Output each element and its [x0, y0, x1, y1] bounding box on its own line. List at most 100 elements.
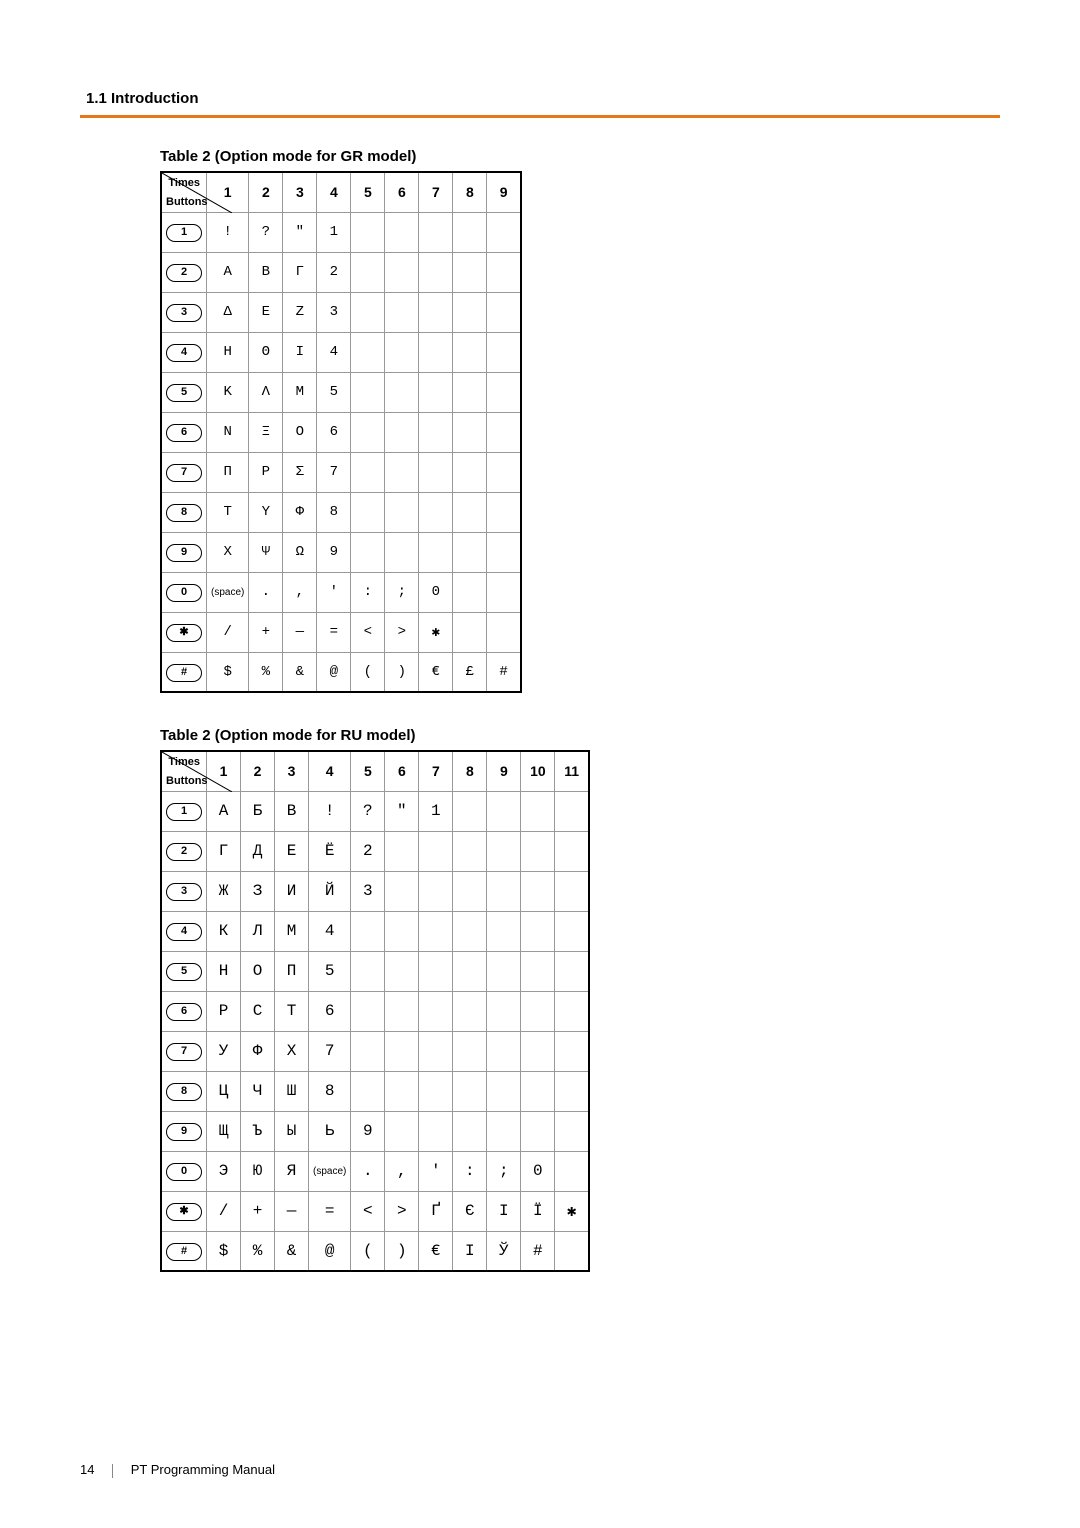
- char-cell: %: [241, 1231, 275, 1271]
- col-header: 5: [351, 172, 385, 212]
- char-cell: 3: [317, 292, 351, 332]
- row-button: 3: [161, 871, 207, 911]
- char-cell: Ο: [283, 412, 317, 452]
- char-cell: Α: [207, 252, 249, 292]
- char-cell: [385, 452, 419, 492]
- char-cell: [385, 532, 419, 572]
- char-cell: И: [275, 871, 309, 911]
- row-button: ✱: [161, 1191, 207, 1231]
- row-button: 2: [161, 831, 207, 871]
- keypad-button-icon: 6: [166, 1003, 202, 1021]
- keypad-button-icon: 0: [166, 1163, 202, 1181]
- char-cell: !: [207, 212, 249, 252]
- row-button: 0: [161, 572, 207, 612]
- table-corner: TimesButtons: [161, 751, 207, 791]
- keypad-button-icon: 3: [166, 883, 202, 901]
- row-button: 5: [161, 372, 207, 412]
- col-header: 10: [521, 751, 555, 791]
- char-cell: [453, 412, 487, 452]
- char-cell: [385, 831, 419, 871]
- char-cell: ): [385, 652, 419, 692]
- char-cell: >: [385, 612, 419, 652]
- char-cell: 2: [317, 252, 351, 292]
- table-row: #$%&@()€ІЎ#: [161, 1231, 589, 1271]
- char-cell: 6: [317, 412, 351, 452]
- gr-table: TimesButtons1234567891!?"12ΑΒΓ23ΔΕΖ34ΗΘΙ…: [160, 171, 522, 693]
- char-cell: [487, 292, 521, 332]
- char-cell: [385, 412, 419, 452]
- col-header: 6: [385, 172, 419, 212]
- char-cell: [419, 1031, 453, 1071]
- char-cell: ?: [351, 791, 385, 831]
- char-cell: [385, 1111, 419, 1151]
- char-cell: Л: [241, 911, 275, 951]
- col-header: 3: [275, 751, 309, 791]
- char-cell: [487, 791, 521, 831]
- char-cell: Ι: [283, 332, 317, 372]
- char-cell: [351, 492, 385, 532]
- table-row: 4ΗΘΙ4: [161, 332, 521, 372]
- char-cell: Χ: [207, 532, 249, 572]
- char-cell: Β: [249, 252, 283, 292]
- char-cell: [419, 372, 453, 412]
- char-cell: Э: [207, 1151, 241, 1191]
- char-cell: [453, 292, 487, 332]
- char-cell: [555, 911, 589, 951]
- char-cell: ,: [283, 572, 317, 612]
- char-cell: Τ: [207, 492, 249, 532]
- char-cell: Ё: [309, 831, 351, 871]
- char-cell: [521, 911, 555, 951]
- footer-divider: [112, 1464, 113, 1478]
- keypad-button-icon: 9: [166, 1123, 202, 1141]
- char-cell: [419, 951, 453, 991]
- char-cell: [487, 612, 521, 652]
- char-cell: С: [241, 991, 275, 1031]
- char-cell: Ї: [521, 1191, 555, 1231]
- char-cell: !: [309, 791, 351, 831]
- keypad-button-icon: #: [166, 664, 202, 682]
- row-button: 6: [161, 412, 207, 452]
- doc-title: PT Programming Manual: [131, 1462, 275, 1477]
- char-cell: +: [241, 1191, 275, 1231]
- char-cell: К: [207, 911, 241, 951]
- char-cell: $: [207, 652, 249, 692]
- char-cell: 3: [351, 871, 385, 911]
- row-button: 1: [161, 212, 207, 252]
- char-cell: ;: [385, 572, 419, 612]
- char-cell: Ω: [283, 532, 317, 572]
- char-cell: Λ: [249, 372, 283, 412]
- char-cell: &: [275, 1231, 309, 1271]
- col-header: 7: [419, 172, 453, 212]
- col-header: 9: [487, 172, 521, 212]
- table-row: 4КЛМ4: [161, 911, 589, 951]
- char-cell: ": [385, 791, 419, 831]
- char-cell: В: [275, 791, 309, 831]
- char-cell: /: [207, 612, 249, 652]
- char-cell: ': [317, 572, 351, 612]
- char-cell: Г: [207, 831, 241, 871]
- char-cell: >: [385, 1191, 419, 1231]
- char-cell: Ў: [487, 1231, 521, 1271]
- table-row: ✱/+—=<>✱: [161, 612, 521, 652]
- char-cell: [487, 372, 521, 412]
- char-cell: [453, 332, 487, 372]
- char-cell: [419, 212, 453, 252]
- table-row: 3ЖЗИЙ3: [161, 871, 589, 911]
- keypad-button-icon: 2: [166, 264, 202, 282]
- keypad-button-icon: 4: [166, 344, 202, 362]
- char-cell: 8: [317, 492, 351, 532]
- char-cell: [385, 292, 419, 332]
- row-button: 8: [161, 492, 207, 532]
- table-row: #$%&@()€£#: [161, 652, 521, 692]
- char-cell: Ε: [249, 292, 283, 332]
- char-cell: [453, 532, 487, 572]
- row-button: 1: [161, 791, 207, 831]
- char-cell: Ґ: [419, 1191, 453, 1231]
- char-cell: [453, 831, 487, 871]
- char-cell: +: [249, 612, 283, 652]
- char-cell: 7: [317, 452, 351, 492]
- col-header: 8: [453, 751, 487, 791]
- char-cell: [453, 572, 487, 612]
- char-cell: [419, 412, 453, 452]
- char-cell: Ю: [241, 1151, 275, 1191]
